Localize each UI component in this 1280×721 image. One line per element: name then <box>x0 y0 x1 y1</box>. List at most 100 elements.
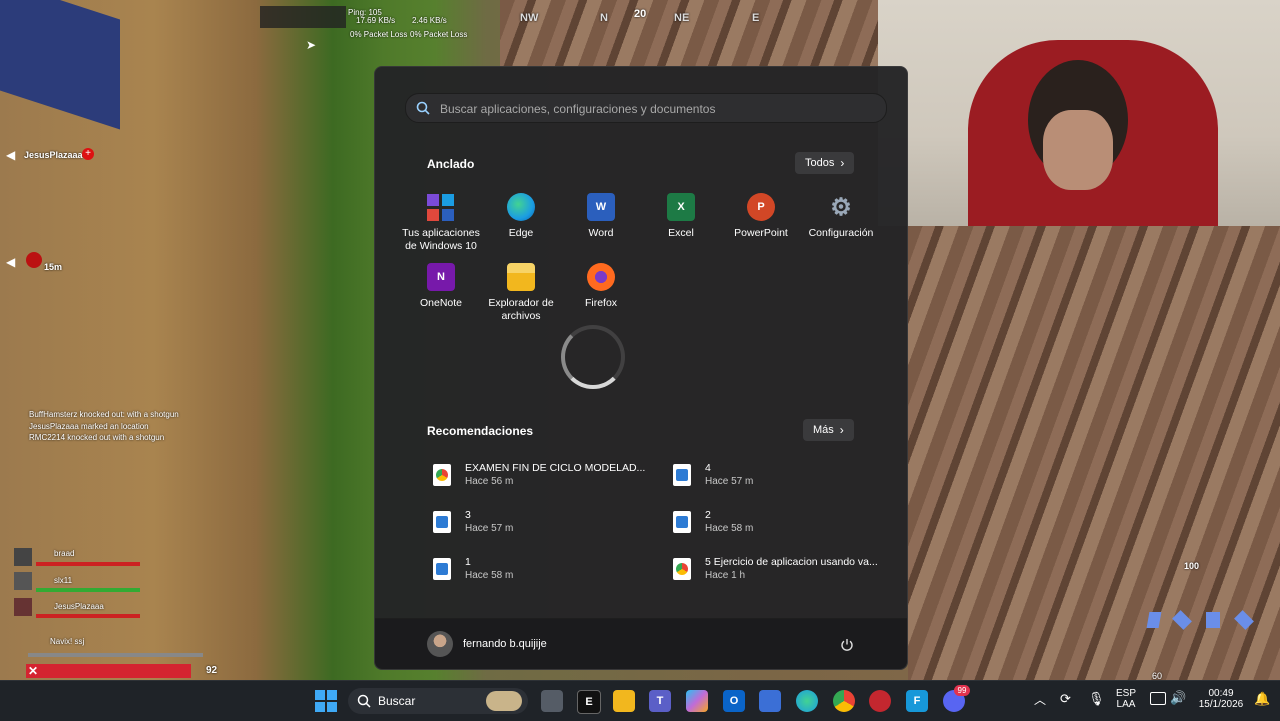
onenote-icon: N <box>427 263 455 291</box>
recommendation-name: 2 <box>705 509 711 521</box>
health-bar <box>36 562 140 566</box>
pinned-app-firefox[interactable]: Firefox <box>561 263 641 310</box>
webcam-face <box>1043 110 1113 190</box>
feed-line: RMC2214 knocked out with a shotgun <box>29 433 165 442</box>
chevron-left-icon: ◀ <box>6 148 16 162</box>
packet-loss-text-2: 0% Packet Loss <box>410 30 468 39</box>
epic-games-icon[interactable]: E <box>577 690 601 714</box>
health-bar <box>36 588 140 592</box>
clock-time: 00:49 <box>1208 688 1234 699</box>
taskbar-search[interactable]: Buscar <box>348 688 528 714</box>
feed-line: BuffHamsterz knocked out: with a shotgun <box>29 410 179 419</box>
language-indicator[interactable]: ESP LAA <box>1112 688 1140 710</box>
pinned-app-file-explorer[interactable]: Explorador de archivos <box>481 263 561 323</box>
pinned-app-powerpoint[interactable]: P PowerPoint <box>721 193 801 240</box>
network-icon[interactable] <box>1150 692 1166 705</box>
avatar <box>14 598 32 616</box>
pinned-app-settings[interactable]: ⚙ Configuración <box>801 193 881 240</box>
app-f-icon[interactable]: F <box>906 690 928 712</box>
sync-icon[interactable]: ⟳ <box>1060 691 1071 707</box>
upload-text: 2.46 KB/s <box>412 16 447 25</box>
pinned-app-onenote[interactable]: N OneNote <box>401 263 481 310</box>
mouse-cursor-icon: ➤ <box>306 38 317 52</box>
recommendation-item[interactable]: 4 Hace 57 m <box>667 462 897 494</box>
recommendation-item[interactable]: 5 Ejercicio de aplicacion usando va... H… <box>667 556 897 588</box>
power-button[interactable] <box>835 633 859 657</box>
user-account-button[interactable]: fernando b.quijije <box>427 631 547 657</box>
recommendation-item[interactable]: 1 Hace 58 m <box>427 556 657 588</box>
folder-icon <box>507 263 535 291</box>
recommendation-name: 4 <box>705 462 711 474</box>
language-code: ESP <box>1115 688 1136 699</box>
distance-label: 15m <box>44 262 63 272</box>
outlook-icon[interactable]: O <box>723 690 745 712</box>
app-label: Configuración <box>808 227 874 239</box>
team-panel: braad slx11 JesusPlazaaa <box>10 544 160 634</box>
start-search-input[interactable] <box>438 98 872 120</box>
team-member-name: Navix! ssj <box>50 637 85 646</box>
chevron-left-icon-2: ◀ <box>6 255 16 269</box>
image-file-icon <box>433 511 451 533</box>
start-search-box[interactable] <box>405 93 887 123</box>
pinned-app-excel[interactable]: X Excel <box>641 193 721 240</box>
chrome-icon[interactable] <box>833 690 855 712</box>
pinned-app-windows-apps[interactable]: Tus aplicaciones de Windows 10 <box>401 193 481 253</box>
recommendation-time: Hace 56 m <box>465 476 514 487</box>
keyboard-layout: LAA <box>1116 699 1136 710</box>
app-label: OneNote <box>419 297 463 309</box>
app-label: PowerPoint <box>734 227 788 239</box>
avatar <box>14 548 32 566</box>
powerpoint-icon: P <box>747 193 775 221</box>
blue-structure <box>0 0 120 130</box>
chrome-doc-icon <box>673 558 691 580</box>
volume-icon[interactable]: 🔊 <box>1170 690 1186 706</box>
shield-bar <box>28 653 203 657</box>
app-label: Firefox <box>584 297 618 309</box>
compass-n: N <box>600 12 608 24</box>
notifications-icon[interactable]: 🔔 <box>1254 691 1270 707</box>
recommendation-time: Hace 58 m <box>705 523 754 534</box>
more-label: Más <box>813 424 834 436</box>
compass-heading: 20 <box>634 8 647 20</box>
folder-icon[interactable] <box>613 690 635 712</box>
teams-icon[interactable]: T <box>649 690 671 712</box>
edge-icon[interactable] <box>796 690 818 712</box>
pinned-app-edge[interactable]: Edge <box>481 193 561 240</box>
recommendation-time: Hace 57 m <box>705 476 754 487</box>
start-menu: Anclado Todos › Tus aplicaciones de Wind… <box>374 66 908 670</box>
store-icon[interactable] <box>759 690 781 712</box>
team-member-name: JesusPlazaaa <box>54 602 104 611</box>
taskbar-search-label: Buscar <box>378 694 416 708</box>
all-apps-label: Todos <box>805 157 835 169</box>
task-view-icon[interactable] <box>541 690 563 712</box>
user-name: fernando b.quijije <box>463 638 547 650</box>
ammo-count: 100 <box>1184 561 1200 571</box>
avatar <box>14 572 32 590</box>
recommendation-item[interactable]: 3 Hace 57 m <box>427 509 657 541</box>
windows-start-button[interactable] <box>315 690 337 712</box>
health-bar <box>36 614 140 618</box>
loading-spinner <box>561 325 625 389</box>
copilot-icon[interactable] <box>686 690 708 712</box>
chevron-right-icon: › <box>840 156 845 170</box>
chevron-right-icon: › <box>839 423 844 437</box>
all-apps-button[interactable]: Todos › <box>795 152 855 174</box>
close-icon: ✕ <box>28 664 39 678</box>
packet-loss-text: 0% Packet Loss <box>350 30 408 39</box>
image-file-icon <box>673 464 691 486</box>
search-icon <box>416 101 430 115</box>
microphone-icon[interactable]: 🎙 <box>1088 691 1105 707</box>
clock-date: 15/1/2026 <box>1198 699 1244 710</box>
team-member-name: braad <box>54 549 75 558</box>
more-button[interactable]: Más › <box>803 419 854 441</box>
download-text: 17.69 KB/s <box>356 16 396 25</box>
pinned-app-word[interactable]: W Word <box>561 193 641 240</box>
webcam-overlay <box>878 0 1280 226</box>
chevron-up-icon[interactable]: ︿ <box>1034 691 1046 708</box>
app-label: Word <box>588 227 614 239</box>
recommendation-item[interactable]: EXAMEN FIN DE CICLO MODELAD... Hace 56 m <box>427 462 657 494</box>
game-launcher-icon[interactable] <box>869 690 891 712</box>
search-icon <box>357 694 371 708</box>
clock[interactable]: 00:49 15/1/2026 <box>1192 688 1250 710</box>
recommendation-item[interactable]: 2 Hace 58 m <box>667 509 897 541</box>
